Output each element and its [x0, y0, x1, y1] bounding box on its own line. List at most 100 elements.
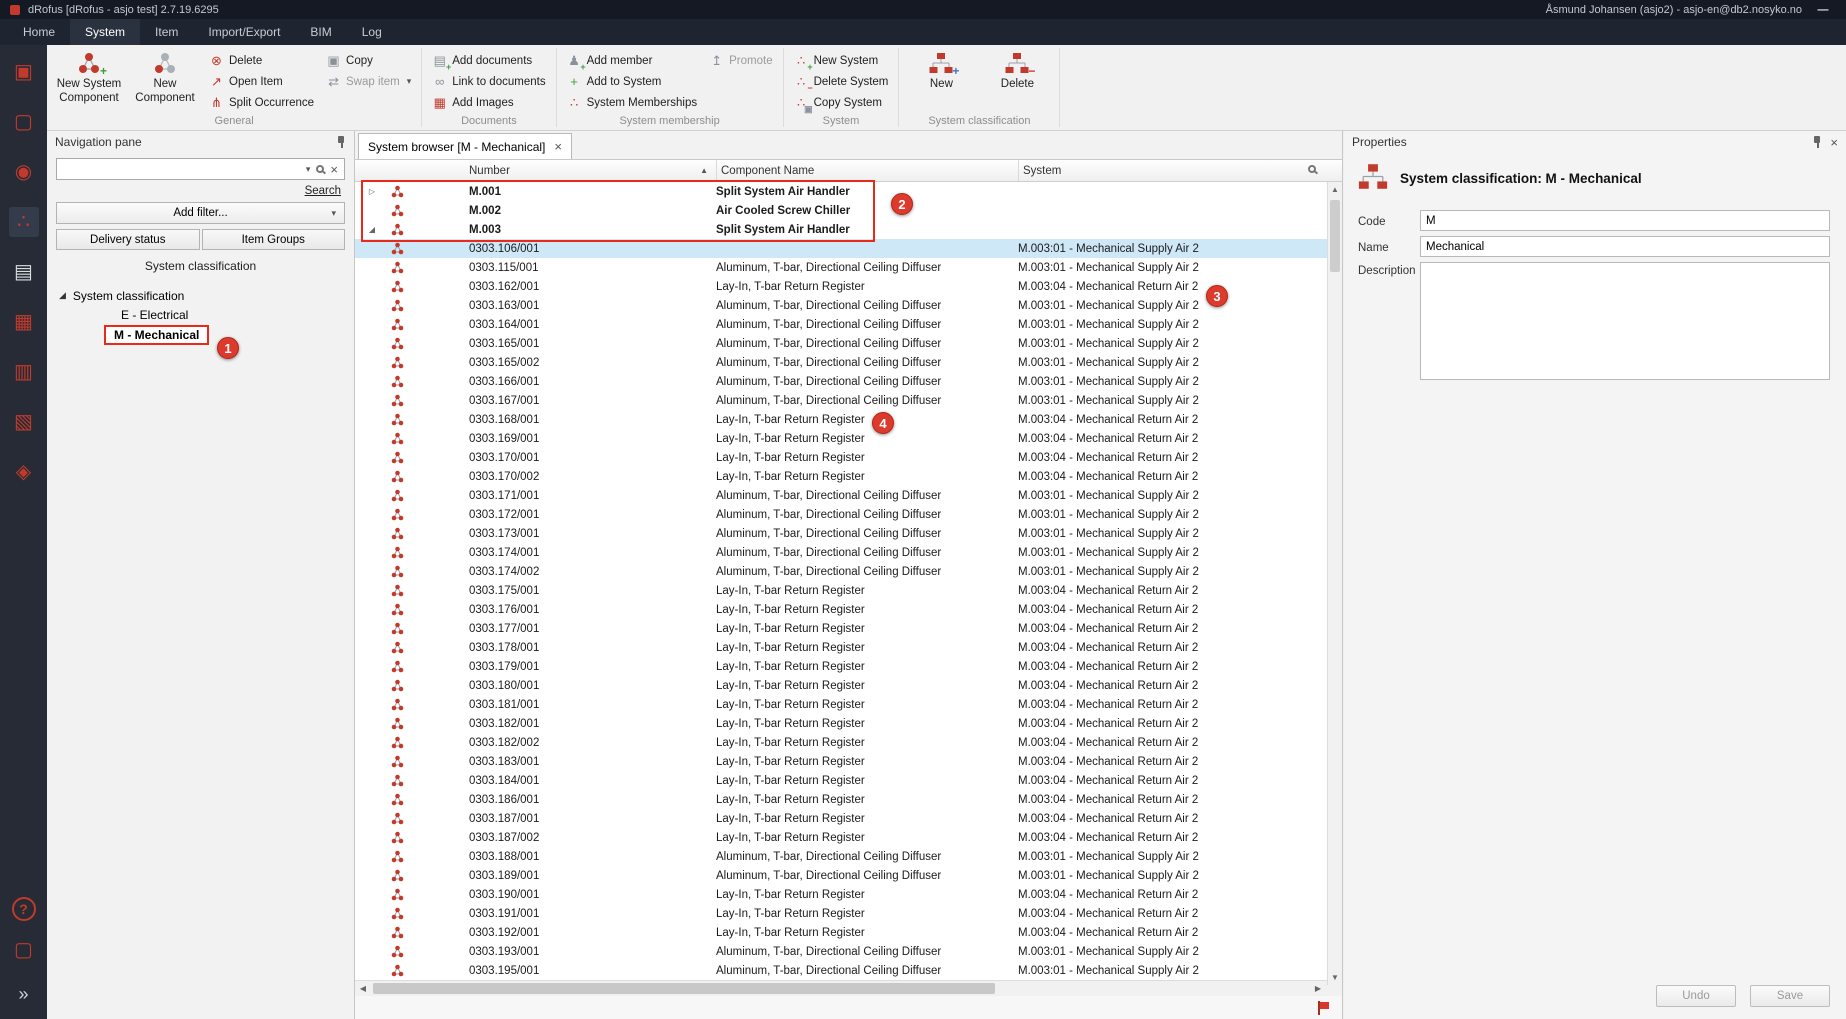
products-icon[interactable]: ◉: [9, 157, 39, 187]
table-row[interactable]: 0303.175/001 Lay-In, T-bar Return Regist…: [355, 581, 1342, 600]
tree-item-mechanical[interactable]: M - Mechanical 1: [59, 325, 354, 345]
save-button[interactable]: Save: [1750, 985, 1830, 1007]
table-row[interactable]: 0303.163/001 Aluminum, T-bar, Directiona…: [355, 296, 1342, 315]
table-row[interactable]: 0303.192/001 Lay-In, T-bar Return Regist…: [355, 923, 1342, 942]
documents-icon[interactable]: ▤: [9, 257, 39, 287]
menu-tab-system[interactable]: System: [70, 19, 140, 45]
copy-system-button[interactable]: ∴▣ Copy System: [790, 94, 893, 111]
add-images-button[interactable]: ▦ Add Images: [428, 94, 549, 111]
link-to-documents-button[interactable]: ∞ Link to documents: [428, 73, 549, 90]
table-row[interactable]: 0303.172/001 Aluminum, T-bar, Directiona…: [355, 505, 1342, 524]
scroll-left-icon[interactable]: ◀: [355, 981, 371, 996]
add-to-system-button[interactable]: + Add to System: [563, 73, 702, 90]
table-row[interactable]: 0303.173/001 Aluminum, T-bar, Directiona…: [355, 524, 1342, 543]
help-icon[interactable]: ?: [12, 897, 36, 921]
add-documents-button[interactable]: ▤+ Add documents: [428, 52, 549, 69]
table-row[interactable]: 0303.190/001 Lay-In, T-bar Return Regist…: [355, 885, 1342, 904]
table-row[interactable]: ◢ M.003 Split System Air Handler: [355, 220, 1342, 239]
description-field[interactable]: [1420, 262, 1830, 380]
buildings-icon[interactable]: ▦: [9, 307, 39, 337]
table-row[interactable]: 0303.182/002 Lay-In, T-bar Return Regist…: [355, 733, 1342, 752]
scroll-up-icon[interactable]: ▲: [1328, 182, 1342, 197]
column-header-system[interactable]: System: [1018, 160, 1342, 181]
table-row[interactable]: 0303.187/002 Lay-In, T-bar Return Regist…: [355, 828, 1342, 847]
table-row[interactable]: 0303.191/001 Lay-In, T-bar Return Regist…: [355, 904, 1342, 923]
menu-tab-import-export[interactable]: Import/Export: [193, 19, 295, 45]
split-occurrence-button[interactable]: ⋔ Split Occurrence: [205, 94, 318, 111]
table-row[interactable]: 0303.165/001 Aluminum, T-bar, Directiona…: [355, 334, 1342, 353]
scroll-right-icon[interactable]: ▶: [1310, 981, 1326, 996]
column-header-number[interactable]: Number ▲: [419, 160, 716, 181]
table-row[interactable]: 0303.174/002 Aluminum, T-bar, Directiona…: [355, 562, 1342, 581]
table-row[interactable]: 0303.164/001 Aluminum, T-bar, Directiona…: [355, 315, 1342, 334]
search-link[interactable]: Search: [305, 185, 341, 197]
table-row[interactable]: 0303.174/001 Aluminum, T-bar, Directiona…: [355, 543, 1342, 562]
search-clear-icon[interactable]: ×: [330, 163, 338, 176]
code-field[interactable]: [1420, 210, 1830, 231]
table-row[interactable]: 0303.184/001 Lay-In, T-bar Return Regist…: [355, 771, 1342, 790]
vertical-scrollbar-thumb[interactable]: [1330, 200, 1340, 272]
table-row[interactable]: 0303.169/001 Lay-In, T-bar Return Regist…: [355, 429, 1342, 448]
tree-item-system-classification[interactable]: ◢ System classification: [59, 286, 354, 305]
tab-delivery-status[interactable]: Delivery status: [56, 229, 200, 250]
search-input[interactable]: [63, 162, 298, 176]
tab-system-browser[interactable]: System browser [M - Mechanical] ×: [358, 133, 572, 159]
table-search-icon[interactable]: [1308, 164, 1316, 176]
add-filter-button[interactable]: Add filter... ▾: [56, 202, 345, 224]
open-item-button[interactable]: ↗ Open Item: [205, 73, 318, 90]
table-row[interactable]: 0303.193/001 Aluminum, T-bar, Directiona…: [355, 942, 1342, 961]
table-row[interactable]: 0303.188/001 Aluminum, T-bar, Directiona…: [355, 847, 1342, 866]
table-row[interactable]: 0303.195/001 Aluminum, T-bar, Directiona…: [355, 961, 1342, 980]
table-row[interactable]: 0303.181/001 Lay-In, T-bar Return Regist…: [355, 695, 1342, 714]
tree-item-electrical[interactable]: E - Electrical: [59, 305, 354, 325]
close-icon[interactable]: ×: [1830, 136, 1838, 149]
menu-tab-bim[interactable]: BIM: [295, 19, 346, 45]
table-row[interactable]: 0303.166/001 Aluminum, T-bar, Directiona…: [355, 372, 1342, 391]
delete-button[interactable]: ⊗ Delete: [205, 52, 318, 69]
pin-icon[interactable]: [1812, 136, 1822, 148]
menu-tab-log[interactable]: Log: [347, 19, 397, 45]
column-header-component-name[interactable]: Component Name: [716, 160, 1018, 181]
systems-icon[interactable]: ∴: [9, 207, 39, 237]
table-row[interactable]: 0303.162/001 Lay-In, T-bar Return Regist…: [355, 277, 1342, 296]
add-member-button[interactable]: ♟+ Add member: [563, 52, 702, 69]
table-row[interactable]: 0303.177/001 Lay-In, T-bar Return Regist…: [355, 619, 1342, 638]
table-row[interactable]: 0303.180/001 Lay-In, T-bar Return Regist…: [355, 676, 1342, 695]
lock-icon[interactable]: ▢: [9, 935, 39, 965]
table-row[interactable]: M.002 Air Cooled Screw Chiller: [355, 201, 1342, 220]
filter-flag-icon[interactable]: [1317, 1001, 1330, 1015]
table-row[interactable]: 0303.189/001 Aluminum, T-bar, Directiona…: [355, 866, 1342, 885]
rooms-icon[interactable]: ▢: [9, 107, 39, 137]
items-icon[interactable]: ▣: [9, 57, 39, 87]
horizontal-scrollbar[interactable]: ◀ ▶: [355, 980, 1342, 996]
tab-item-groups[interactable]: Item Groups: [202, 229, 346, 250]
table-row[interactable]: 0303.167/001 Aluminum, T-bar, Directiona…: [355, 391, 1342, 410]
table-row[interactable]: 0303.178/001 Lay-In, T-bar Return Regist…: [355, 638, 1342, 657]
copy-button[interactable]: ▣ Copy: [322, 52, 415, 69]
table-row[interactable]: 0303.168/001 Lay-In, T-bar Return Regist…: [355, 410, 1342, 429]
new-system-button[interactable]: ∴+ New System: [790, 52, 893, 69]
promote-button[interactable]: ↥ Promote: [705, 52, 776, 69]
scroll-down-icon[interactable]: ▼: [1328, 970, 1342, 985]
tree-expander-icon[interactable]: ◢: [59, 290, 66, 301]
horizontal-scrollbar-thumb[interactable]: [373, 983, 995, 994]
name-field[interactable]: [1420, 236, 1830, 257]
classification-new-button[interactable]: + New: [905, 47, 977, 91]
row-expander-icon[interactable]: ◢: [355, 225, 389, 234]
book-icon[interactable]: ▥: [9, 357, 39, 387]
table-row[interactable]: 0303.176/001 Lay-In, T-bar Return Regist…: [355, 600, 1342, 619]
system-memberships-button[interactable]: ∴ System Memberships: [563, 94, 702, 111]
table-row[interactable]: 0303.115/001 Aluminum, T-bar, Directiona…: [355, 258, 1342, 277]
table-row[interactable]: 0303.179/001 Lay-In, T-bar Return Regist…: [355, 657, 1342, 676]
table-row[interactable]: 0303.170/002 Lay-In, T-bar Return Regist…: [355, 467, 1342, 486]
new-system-component-button[interactable]: + New System Component: [53, 47, 125, 106]
table-row[interactable]: 0303.186/001 Lay-In, T-bar Return Regist…: [355, 790, 1342, 809]
vertical-scrollbar[interactable]: ▲ ▼: [1327, 182, 1342, 985]
table-row[interactable]: 0303.171/001 Aluminum, T-bar, Directiona…: [355, 486, 1342, 505]
pin-icon[interactable]: [336, 136, 346, 148]
undo-button[interactable]: Undo: [1656, 985, 1736, 1007]
table-row[interactable]: 0303.187/001 Lay-In, T-bar Return Regist…: [355, 809, 1342, 828]
search-icon[interactable]: [316, 165, 324, 173]
org-chart-icon[interactable]: ◈: [9, 457, 39, 487]
classification-delete-button[interactable]: − Delete: [981, 47, 1053, 91]
